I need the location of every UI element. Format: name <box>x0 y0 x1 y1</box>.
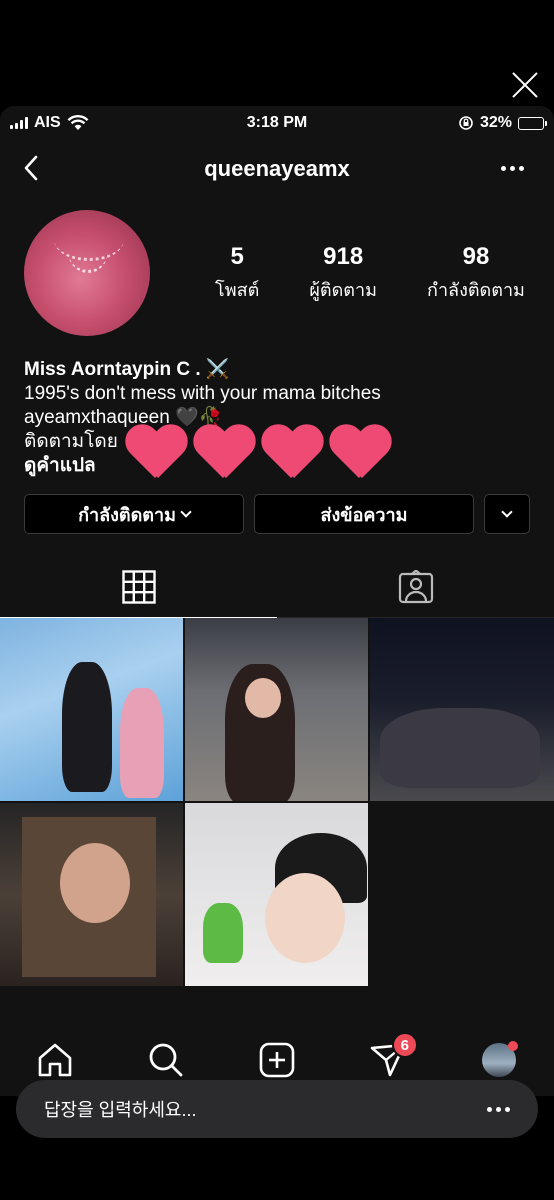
stat-following-label: กำลังติดตาม <box>427 279 525 300</box>
activity-badge: 6 <box>391 1032 418 1058</box>
stat-following[interactable]: 98 กำลังติดตาม <box>427 243 525 304</box>
battery-icon <box>518 116 547 130</box>
grid-icon <box>121 569 156 604</box>
heart-icon <box>124 426 186 482</box>
profile-bio: Miss Aorntaypin C . ⚔️ 1995's don't mess… <box>0 338 554 478</box>
profile-tabs <box>0 556 554 618</box>
tab-create[interactable] <box>257 1040 297 1080</box>
profile-stats: 5 โพสต์ 918 ผู้ติดตาม 98 กำลังติดตาม <box>150 243 554 304</box>
chevron-down-icon <box>501 506 513 518</box>
heart-icon <box>328 426 390 482</box>
home-icon <box>39 1043 72 1077</box>
post-thumbnail[interactable] <box>0 618 183 801</box>
battery-percent: 32% <box>479 114 512 131</box>
suggested-accounts-button[interactable] <box>484 494 530 534</box>
stat-followers[interactable]: 918 ผู้ติดตาม <box>309 243 377 304</box>
orientation-lock-icon <box>459 116 473 130</box>
profile-header: 5 โพสต์ 918 ผู้ติดตาม 98 กำลังติดตาม <box>0 198 554 338</box>
story-reply-field[interactable]: 답장을 입력하세요... <box>16 1080 538 1138</box>
tab-search[interactable] <box>146 1040 186 1080</box>
tab-profile[interactable] <box>479 1040 519 1080</box>
stat-posts-count: 5 <box>230 242 244 270</box>
bio-text: 1995's don't mess with your mama bitches <box>24 383 381 404</box>
profile-display-name: Miss Aorntaypin C . ⚔️ <box>24 359 230 380</box>
profile-top-nav: queenayeamx <box>0 140 554 198</box>
message-button[interactable]: ส่งข้อความ <box>254 494 474 534</box>
avatar[interactable] <box>24 210 150 336</box>
profile-actions: กำลังติดตาม ส่งข้อความ <box>0 478 554 534</box>
profile-avatar-icon <box>481 1041 518 1077</box>
reply-placeholder: 답장을 입력하세요... <box>44 1100 197 1120</box>
stat-followers-label: ผู้ติดตาม <box>309 279 377 300</box>
tab-tagged[interactable] <box>277 556 554 618</box>
tagged-person-icon <box>398 569 433 603</box>
heart-icon <box>260 426 322 482</box>
notification-dot <box>507 1041 518 1051</box>
add-post-icon <box>259 1042 295 1078</box>
grid-empty-slot <box>370 803 554 986</box>
following-button[interactable]: กำลังติดตาม <box>24 494 244 534</box>
stat-posts[interactable]: 5 โพสต์ <box>215 243 259 304</box>
followed-by-row[interactable]: ติดตามโดย <box>24 430 530 454</box>
following-button-label: กำลังติดตาม <box>78 504 176 525</box>
search-icon <box>149 1043 183 1077</box>
posts-grid <box>0 618 554 986</box>
tab-home[interactable] <box>35 1040 75 1080</box>
followed-by-label: ติดตามโดย <box>24 431 118 452</box>
heart-icon <box>192 426 254 482</box>
close-icon[interactable] <box>510 70 540 100</box>
post-thumbnail[interactable] <box>0 803 183 986</box>
carrier-label: AIS <box>34 114 61 131</box>
more-options-icon[interactable] <box>487 1106 510 1112</box>
more-options-icon[interactable] <box>501 166 524 171</box>
post-thumbnail[interactable] <box>185 803 368 986</box>
wifi-icon <box>67 115 89 130</box>
back-chevron-icon[interactable] <box>20 154 44 182</box>
chevron-down-icon <box>180 506 192 518</box>
profile-username: queenayeamx <box>204 156 350 181</box>
stat-followers-count: 918 <box>323 242 364 270</box>
tab-posts-grid[interactable] <box>0 556 277 618</box>
status-bar: AIS 3:18 PM 32% <box>0 106 554 140</box>
post-thumbnail[interactable] <box>185 618 368 801</box>
stat-posts-label: โพสต์ <box>215 279 260 300</box>
signal-icon <box>10 117 28 129</box>
heart-stickers <box>124 426 396 482</box>
post-thumbnail[interactable] <box>370 618 554 801</box>
tab-activity[interactable]: 6 <box>368 1032 418 1080</box>
instagram-profile-screen: AIS 3:18 PM 32% queenayeamx 5 โพสต์ 918 … <box>0 106 554 1096</box>
stat-following-count: 98 <box>462 242 490 270</box>
